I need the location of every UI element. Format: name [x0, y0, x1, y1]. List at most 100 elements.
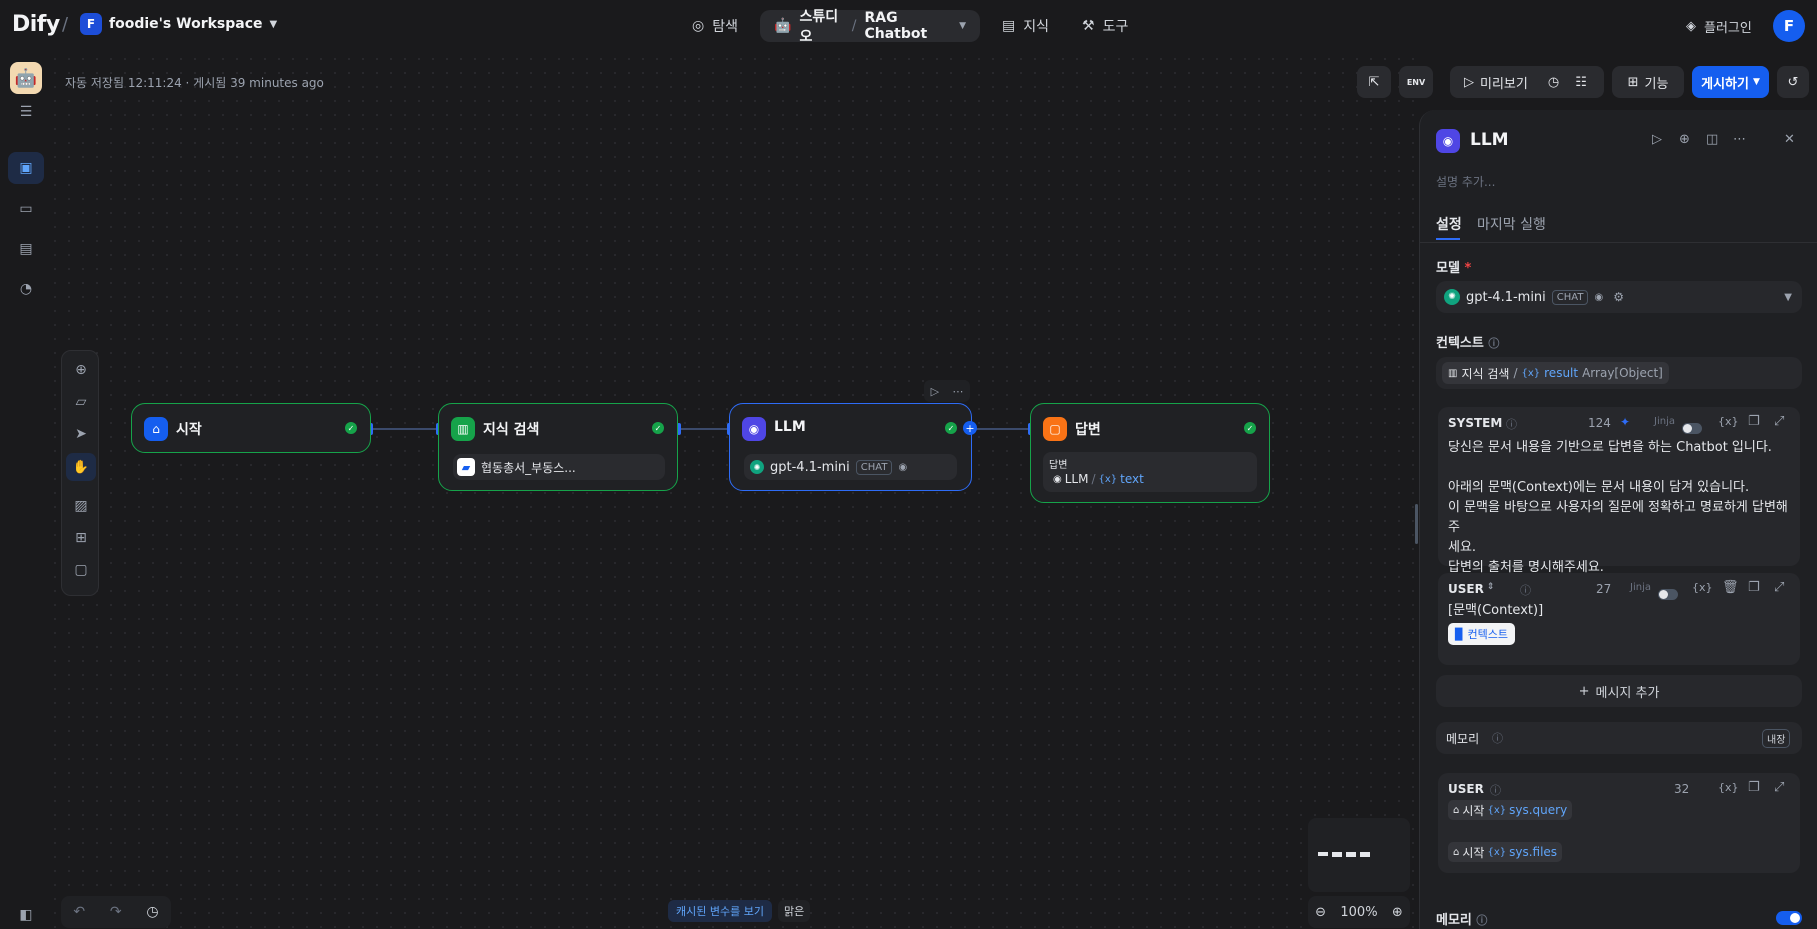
model-name: gpt-4.1-mini	[1466, 289, 1546, 305]
description-input[interactable]: 설명 추가...	[1436, 173, 1495, 190]
workflow-icon[interactable]: ▣	[8, 152, 44, 184]
sidebar-toggle-icon[interactable]: ◧	[15, 904, 37, 926]
node-answer[interactable]: ▢ 답변 ✓ 답변 ◉ LLM / {x} text	[1030, 403, 1270, 503]
user-prompt-editor[interactable]: USER ⇕ ⓘ 27 Jinja {x} 🗑 ❐ ⤢ [문맥(Context)]…	[1438, 573, 1800, 665]
var-node: 시작	[1462, 845, 1485, 860]
trash-icon[interactable]: 🗑	[1722, 580, 1739, 595]
sys-files-chip[interactable]: ⌂ 시작 {x} sys.files	[1448, 842, 1563, 862]
jinja-toggle[interactable]	[1682, 423, 1702, 434]
history-icon[interactable]: ◷	[146, 904, 158, 920]
env-button[interactable]: ENV	[1399, 66, 1433, 98]
preview-button[interactable]: ▷ 미리보기 ◷ ☷	[1450, 66, 1604, 98]
more-icon[interactable]: ⋯	[1733, 132, 1746, 147]
close-icon[interactable]: ✕	[1784, 132, 1795, 147]
system-prompt-editor[interactable]: SYSTEM ⓘ 124 ✦ Jinja {x} ❐ ⤢ 당신은 문서 내용을 …	[1438, 407, 1800, 575]
context-variable-chip[interactable]: ▥ 지식 검색 / {x} result Array[Object]	[1442, 362, 1669, 384]
app-icon[interactable]: 🤖	[10, 62, 42, 94]
panel-resize-handle[interactable]	[1415, 504, 1418, 544]
model-selector[interactable]: ✺ gpt-4.1-mini CHAT ◉ ⚙ ▼	[1436, 281, 1802, 313]
variable-insert-icon[interactable]: {x}	[1718, 781, 1739, 794]
check-icon: ✓	[345, 422, 357, 434]
minimap-icon[interactable]: ▢	[70, 559, 92, 581]
layout-icon[interactable]: ⊞	[70, 527, 92, 549]
add-node-icon[interactable]: ⊕	[70, 359, 92, 381]
node-start[interactable]: ⌂ 시작 ✓	[131, 403, 371, 453]
variable-icon: {x}	[1487, 804, 1507, 816]
dify-logo[interactable]: Dify	[12, 12, 60, 37]
minimap[interactable]	[1308, 818, 1410, 892]
tab-last-run[interactable]: 마지막 실행	[1477, 214, 1546, 234]
nav-studio[interactable]: 🤖 스튜디오 / RAG Chatbot ▼	[760, 9, 980, 45]
chevron-down-icon: ▼	[959, 21, 966, 31]
more-icon[interactable]: ⋯	[952, 385, 963, 398]
sliders-icon[interactable]: ☰	[15, 101, 37, 123]
context-chip[interactable]: ▉ 컨텍스트	[1448, 623, 1515, 645]
run-icon[interactable]: ▷	[1652, 132, 1662, 147]
context-selector[interactable]: ▥ 지식 검색 / {x} result Array[Object]	[1436, 357, 1802, 389]
workspace-name: foodie's Workspace	[109, 16, 263, 32]
zoom-out-icon[interactable]: ⊖	[1315, 905, 1326, 920]
zoom-level[interactable]: 100%	[1340, 905, 1377, 920]
copy-icon[interactable]: ❐	[1748, 414, 1760, 429]
hand-icon[interactable]: ✋	[66, 453, 96, 481]
panel-title[interactable]: LLM	[1470, 130, 1509, 150]
sparkle-icon[interactable]: ✦	[1620, 415, 1630, 429]
undo-icon[interactable]: ↶	[73, 904, 85, 920]
add-next-node-icon[interactable]: +	[963, 421, 977, 435]
context-type: Array[Object]	[1582, 366, 1663, 380]
expand-icon[interactable]: ⤢	[1774, 580, 1784, 595]
version-history-icon[interactable]: ↺	[1777, 66, 1809, 98]
model-params-icon[interactable]: ⚙	[1613, 290, 1624, 304]
memory-label: 메모리	[1446, 732, 1480, 746]
help-icon[interactable]: ⊕	[1679, 132, 1690, 147]
memory-builtin-badge: 내장	[1762, 729, 1791, 748]
variable-insert-icon[interactable]: {x}	[1692, 581, 1713, 594]
node-knowledge-retrieval[interactable]: ▥ 지식 검색 ✓ ▰ 협동총서_부동스...	[438, 403, 678, 491]
var-name: sys.query	[1509, 803, 1568, 817]
nav-tools[interactable]: ⚒ 도구	[1082, 16, 1128, 36]
brain-icon: ◉	[742, 417, 766, 441]
memory-toggle[interactable]	[1776, 911, 1802, 925]
view-cached-variables-button[interactable]: 캐시된 변수를 보기	[668, 900, 772, 922]
app-name[interactable]: RAG Chatbot	[864, 10, 951, 42]
features-button[interactable]: ⊞ 기능	[1612, 66, 1684, 98]
user-prompt-text[interactable]: [문맥(Context)]	[1448, 601, 1543, 621]
monitor-icon[interactable]: ◔	[15, 278, 37, 300]
book-open-icon: ▥	[1448, 367, 1458, 379]
play-icon[interactable]: ▷	[931, 385, 939, 398]
user-role-select[interactable]: USER ⇕	[1448, 582, 1494, 596]
variable-insert-icon[interactable]: {x}	[1718, 415, 1739, 428]
clear-button[interactable]: 맑은	[778, 900, 811, 922]
checklist-icon[interactable]: ☷	[1575, 75, 1587, 90]
hammer-icon: ⚒	[1082, 18, 1095, 34]
copy-icon[interactable]: ❐	[1748, 580, 1760, 595]
add-message-button[interactable]: + 메시지 추가	[1436, 675, 1802, 707]
tab-settings[interactable]: 설정	[1436, 214, 1462, 234]
publish-button[interactable]: 게시하기 ▼	[1692, 66, 1769, 98]
workspace-switcher[interactable]: F foodie's Workspace ▼	[80, 13, 277, 35]
zoom-in-icon[interactable]: ⊕	[1392, 905, 1403, 920]
expand-icon[interactable]: ⤢	[1774, 780, 1784, 795]
plugins-link[interactable]: ◈ 플러그인	[1686, 17, 1752, 36]
note-icon[interactable]: ▱	[70, 391, 92, 413]
image-export-icon[interactable]: ▨	[70, 495, 92, 517]
terminal-icon[interactable]: ▭	[15, 198, 37, 220]
export-icon[interactable]: ⇱	[1357, 66, 1391, 98]
nav-explore[interactable]: ◎ 탐색	[692, 16, 738, 36]
redo-icon[interactable]: ↷	[110, 904, 122, 920]
copy-icon[interactable]: ❐	[1748, 780, 1760, 795]
minimap-node	[1346, 852, 1356, 857]
sys-query-chip[interactable]: ⌂ 시작 {x} sys.query	[1448, 800, 1573, 820]
node-llm[interactable]: ◉ LLM ✓ ✺ gpt-4.1-mini CHAT ◉	[729, 403, 972, 491]
user-avatar[interactable]: F	[1773, 10, 1805, 42]
logs-icon[interactable]: ▤	[15, 238, 37, 260]
split-view-icon[interactable]: ◫	[1706, 132, 1718, 147]
memory-user-prompt[interactable]: USER ⓘ 32 {x} ❐ ⤢ ⌂ 시작 {x} sys.query ⌂ 시…	[1438, 773, 1800, 873]
jinja-toggle[interactable]	[1658, 589, 1678, 600]
expand-icon[interactable]: ⤢	[1774, 414, 1784, 429]
nav-knowledge[interactable]: ▤ 지식	[1002, 16, 1049, 36]
dataset-item: ▰ 협동총서_부동스...	[453, 454, 665, 480]
history-run-icon[interactable]: ◷	[1548, 75, 1559, 90]
system-prompt-text[interactable]: 당신은 문서 내용을 기반으로 답변을 하는 Chatbot 입니다. 아래의 …	[1448, 438, 1793, 578]
pointer-icon[interactable]: ➤	[70, 423, 92, 445]
